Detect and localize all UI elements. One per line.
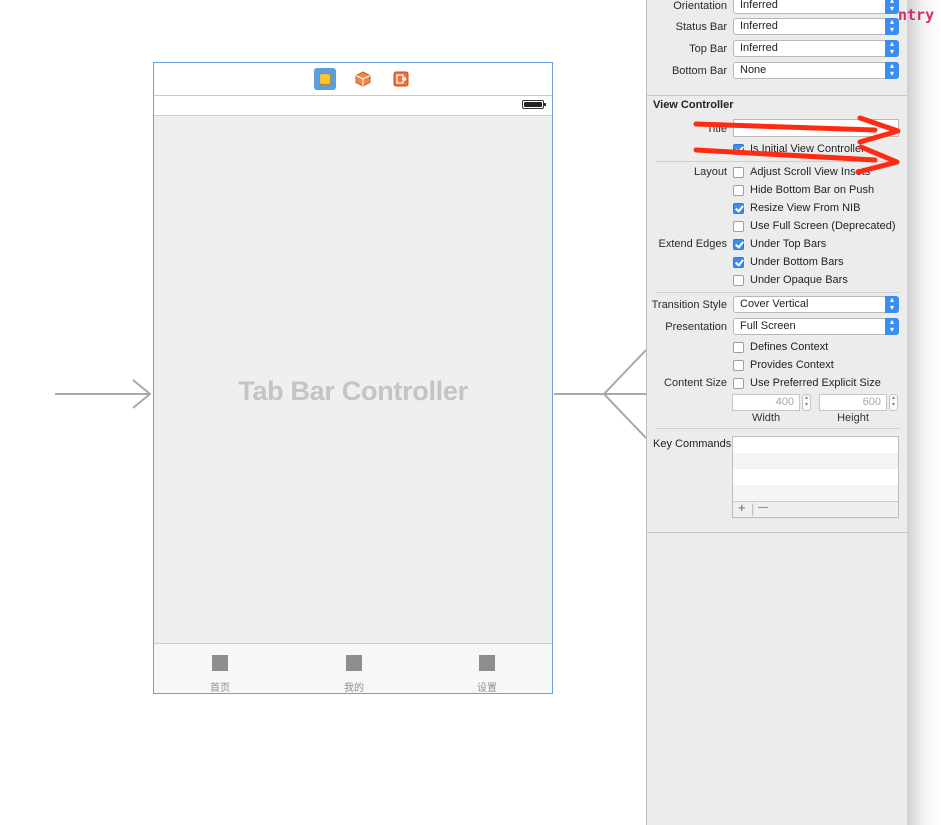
- hide-bottom-bar-checkbox[interactable]: Hide Bottom Bar on Push: [733, 183, 874, 197]
- scene-dock: [154, 63, 552, 96]
- under-top-bars-checkbox[interactable]: Under Top Bars: [733, 237, 826, 251]
- width-field[interactable]: 400: [732, 394, 800, 411]
- tab-item-home[interactable]: 首页: [190, 655, 250, 694]
- top-bar-popup[interactable]: Inferred ▴ ▾: [733, 40, 899, 57]
- table-row: [733, 485, 898, 501]
- toolbar-divider: |: [751, 501, 755, 516]
- status-bar-popup[interactable]: Inferred ▴ ▾: [733, 18, 899, 35]
- status-bar: [154, 96, 552, 116]
- section-divider: [647, 532, 907, 533]
- orientation-label: Orientation: [673, 0, 727, 12]
- status-bar-label: Status Bar: [675, 21, 727, 33]
- subsection-divider: [655, 292, 899, 293]
- popup-stepper-icon: ▴ ▾: [885, 0, 899, 14]
- tab-item-settings[interactable]: 设置: [457, 655, 517, 694]
- tab-item-label: 设置: [477, 683, 497, 694]
- popup-stepper-icon: ▴ ▾: [885, 18, 899, 35]
- bottom-bar-popup[interactable]: None ▴ ▾: [733, 62, 899, 79]
- checkbox-icon: [733, 274, 744, 286]
- presentation-popup[interactable]: Full Screen ▴ ▾: [733, 318, 899, 335]
- popup-stepper-icon: ▴ ▾: [885, 62, 899, 79]
- key-commands-table[interactable]: + | —: [732, 436, 899, 518]
- bottom-bar-label: Bottom Bar: [671, 65, 727, 77]
- checkbox-checked-icon: [733, 202, 744, 214]
- section-divider: [647, 95, 907, 96]
- subsection-divider: [655, 428, 899, 429]
- add-button[interactable]: +: [738, 500, 746, 515]
- checkbox-checked-icon: [733, 238, 744, 250]
- popup-stepper-icon: ▴ ▾: [885, 318, 899, 335]
- battery-icon: [522, 100, 546, 109]
- tab-bar-controller-scene[interactable]: Tab Bar Controller 首页 我的 设置: [153, 62, 553, 694]
- tab-placeholder-icon: [346, 655, 362, 671]
- code-editor-peek-text: ntry: [898, 6, 935, 24]
- initial-view-controller-arrow[interactable]: [55, 376, 155, 412]
- full-screen-checkbox[interactable]: Use Full Screen (Deprecated): [733, 219, 896, 233]
- height-field[interactable]: 600: [819, 394, 887, 411]
- relationship-segue-lines[interactable]: [554, 340, 646, 450]
- transition-style-popup[interactable]: Cover Vertical ▴ ▾: [733, 296, 899, 313]
- under-bottom-bars-checkbox[interactable]: Under Bottom Bars: [733, 255, 844, 269]
- tab-bar: 首页 我的 设置: [154, 643, 552, 694]
- checkbox-icon: [733, 184, 744, 196]
- preferred-size-checkbox[interactable]: Use Preferred Explicit Size: [733, 376, 881, 390]
- checkbox-icon: [733, 359, 744, 371]
- top-bar-label: Top Bar: [689, 43, 727, 55]
- checkbox-icon: [733, 377, 744, 389]
- width-stepper[interactable]: ▴ ▾: [802, 394, 811, 411]
- height-stepper[interactable]: ▴ ▾: [889, 394, 898, 411]
- tab-placeholder-icon: [212, 655, 228, 671]
- popup-stepper-icon: ▴ ▾: [885, 296, 899, 313]
- tab-item-label: 我的: [344, 683, 364, 694]
- checkbox-checked-icon: [733, 256, 744, 268]
- provides-context-checkbox[interactable]: Provides Context: [733, 358, 834, 372]
- extend-edges-label: Extend Edges: [658, 238, 728, 250]
- scene-title: Tab Bar Controller: [238, 376, 468, 406]
- annotation-arrows: [693, 115, 901, 175]
- panel-shadow: [907, 0, 941, 825]
- view-controller-icon[interactable]: [314, 68, 336, 90]
- resize-view-checkbox[interactable]: Resize View From NIB: [733, 201, 860, 215]
- table-row: [733, 453, 898, 469]
- defines-context-checkbox[interactable]: Defines Context: [733, 340, 828, 354]
- first-responder-cube-icon[interactable]: [352, 68, 374, 90]
- popup-stepper-icon: ▴ ▾: [885, 40, 899, 57]
- tab-item-label: 首页: [210, 683, 230, 694]
- transition-style-label: Transition Style: [651, 299, 727, 311]
- key-commands-toolbar: + | —: [733, 500, 898, 517]
- tab-item-mine[interactable]: 我的: [324, 655, 384, 694]
- orientation-popup[interactable]: Inferred ▴ ▾: [733, 0, 899, 14]
- presentation-label: Presentation: [665, 321, 727, 333]
- checkbox-icon: [733, 341, 744, 353]
- content-size-label: Content Size: [664, 377, 727, 389]
- remove-button[interactable]: —: [758, 502, 768, 513]
- width-label: Width: [751, 412, 781, 424]
- under-opaque-bars-checkbox[interactable]: Under Opaque Bars: [733, 273, 848, 287]
- key-commands-label: Key Commands: [653, 438, 732, 450]
- height-label: Height: [837, 412, 869, 424]
- exit-icon[interactable]: [390, 68, 412, 90]
- checkbox-icon: [733, 220, 744, 232]
- tab-placeholder-icon: [479, 655, 495, 671]
